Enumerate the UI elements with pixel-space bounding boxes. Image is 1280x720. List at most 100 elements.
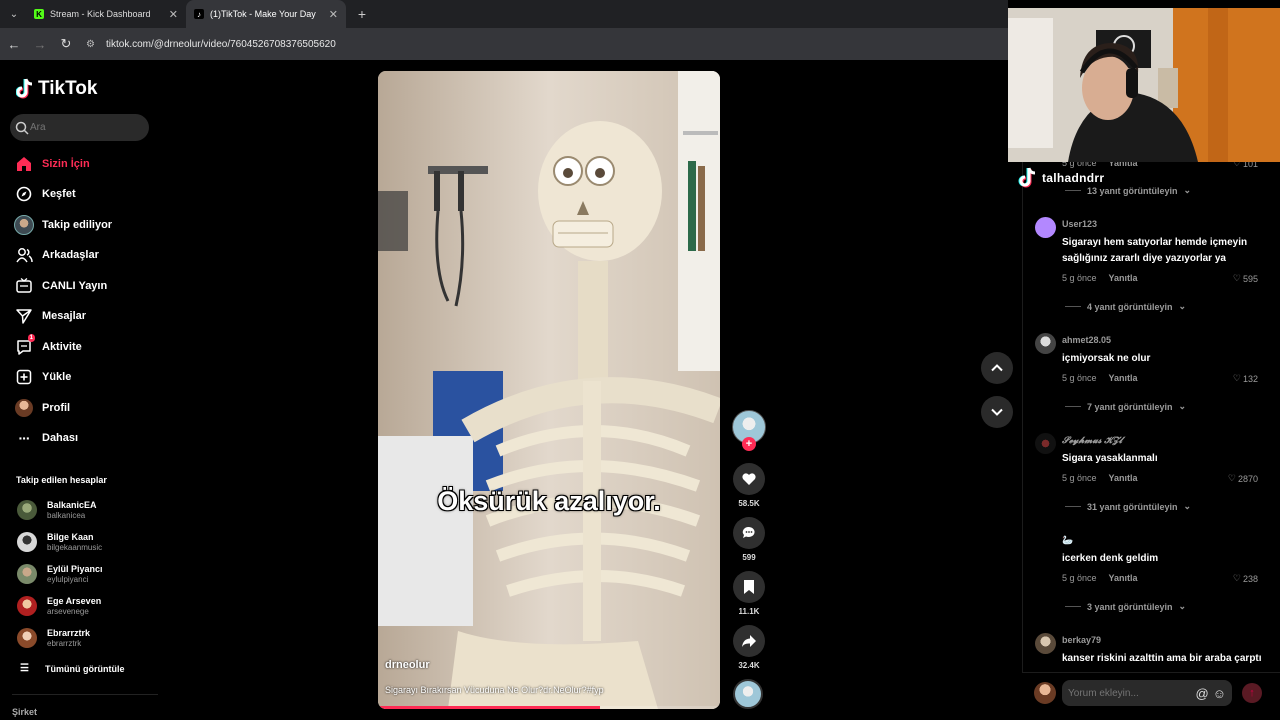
following-account-arsevenege[interactable]: Ege Arseven arsevenege: [17, 596, 101, 616]
logo-text: TikTok: [38, 78, 98, 99]
nav-friends[interactable]: Arkadaşlar: [14, 245, 99, 265]
back-arrow-icon[interactable]: ←: [2, 32, 26, 56]
nav-label: Takip ediliyor: [42, 219, 113, 231]
comment-avatar[interactable]: [1035, 633, 1056, 654]
chevron-down-icon: ⌄: [1183, 185, 1192, 195]
comment-avatar[interactable]: [1035, 533, 1056, 554]
tab-list-chevron-icon[interactable]: ⌄: [4, 4, 24, 24]
comment-action[interactable]: 599: [733, 517, 765, 562]
comment-bubble-icon[interactable]: [733, 517, 765, 549]
nav-label: Aktivite: [42, 341, 82, 353]
avatar: [17, 596, 37, 616]
comment-like[interactable]: ♡ 132: [1233, 373, 1258, 384]
account-name: Bilge Kaan: [47, 532, 94, 542]
following-account-ebrarrztrk[interactable]: Ebrarrztrk ebrarrztrk: [17, 628, 90, 648]
chevron-down-icon: ⌄: [1183, 501, 1192, 511]
mention-icon[interactable]: @: [1196, 686, 1209, 701]
following-account-bilgekaan[interactable]: Bilge Kaan bilgekaanmusic: [17, 532, 102, 552]
forward-arrow-icon[interactable]: →: [28, 32, 52, 56]
following-avatar: [14, 215, 34, 235]
nav-activity[interactable]: 1 Aktivite: [14, 334, 82, 357]
reply-button[interactable]: Yanıtla: [1109, 573, 1138, 583]
following-account-balkanicea[interactable]: BalkanicEA balkanicea: [17, 500, 97, 520]
search-input[interactable]: [30, 122, 140, 133]
view-replies-label: 4 yanıt görüntüleyin: [1087, 301, 1173, 312]
more-icon: ···: [18, 430, 31, 446]
nav-label: Dahası: [42, 432, 79, 444]
comment-avatar[interactable]: [1035, 433, 1056, 454]
comment-username[interactable]: ahmet28.05: [1062, 335, 1111, 345]
site-info-icon[interactable]: ⚙: [86, 39, 100, 50]
video-author[interactable]: drneolur: [385, 659, 430, 671]
see-all-following-link[interactable]: ☰ Tümünü görüntüle: [20, 663, 124, 674]
activity-icon: 1: [14, 334, 35, 357]
avatar: [17, 500, 37, 520]
following-account-eylulpiyanci[interactable]: Eylül Piyancı eylulpiyanci: [17, 564, 103, 584]
nav-messages[interactable]: Mesajlar: [14, 306, 86, 326]
next-video-button[interactable]: [981, 396, 1013, 428]
reload-icon[interactable]: ↻: [54, 32, 78, 56]
nav-explore[interactable]: Keşfet: [14, 184, 76, 204]
upload-icon: [14, 367, 34, 387]
chevron-down-icon: ⌄: [1178, 601, 1187, 611]
account-name: Ege Arseven: [47, 596, 102, 606]
address-bar[interactable]: ⚙ tiktok.com/@drneolur/video/76045267083…: [86, 32, 686, 56]
nav-more[interactable]: ··· Dahası: [14, 428, 79, 448]
close-tab-icon[interactable]: ✕: [169, 8, 178, 21]
account-handle: eylulpiyanci: [47, 575, 89, 584]
nav-for-you[interactable]: Sizin İçin: [14, 154, 90, 174]
search-box[interactable]: [10, 114, 149, 141]
tiktok-favicon-icon: ♪: [194, 9, 204, 19]
comments-panel: 5 g önce Yanıtla ♡ 101 13 yanıt görüntüle…: [1022, 158, 1280, 720]
new-tab-plus-icon[interactable]: +: [352, 4, 372, 24]
browser-tab-kick[interactable]: K Stream - Kick Dashboard ✕: [26, 0, 186, 28]
profile-avatar: [14, 398, 34, 418]
save-action[interactable]: 11.1K: [733, 571, 765, 616]
list-icon: ☰: [20, 663, 29, 674]
share-arrow-icon[interactable]: [733, 625, 765, 657]
share-count: 32.4K: [738, 661, 760, 670]
view-replies-button[interactable]: 31 yanıt görüntüleyin ⌄: [1065, 501, 1191, 512]
like-action[interactable]: 58.5K: [733, 463, 765, 508]
comment-input-box[interactable]: @ ☺: [1062, 680, 1232, 706]
tiktok-logo[interactable]: TikTok: [16, 78, 97, 100]
emoji-icon[interactable]: ☺: [1213, 686, 1226, 701]
nav-live[interactable]: CANLI Yayın: [14, 276, 107, 296]
music-disc-avatar[interactable]: [733, 679, 763, 709]
comment-username[interactable]: berkay79: [1062, 635, 1101, 645]
post-comment-button[interactable]: ↑: [1242, 683, 1262, 703]
comment-time: 5 g önce: [1062, 273, 1097, 283]
comment-username[interactable]: User123: [1062, 219, 1097, 229]
comment-like[interactable]: ♡ 238: [1233, 573, 1258, 584]
view-replies-button[interactable]: 3 yanıt görüntüleyin ⌄: [1065, 601, 1186, 612]
video-progress-bar[interactable]: [378, 706, 720, 709]
bookmark-icon[interactable]: [733, 571, 765, 603]
reply-button[interactable]: Yanıtla: [1109, 473, 1138, 483]
view-replies-button[interactable]: 7 yanıt görüntüleyin ⌄: [1065, 401, 1186, 412]
company-link[interactable]: Şirket: [12, 707, 37, 717]
see-all-label: Tümünü görüntüle: [44, 663, 125, 674]
share-action[interactable]: 32.4K: [733, 625, 765, 670]
reply-button[interactable]: Yanıtla: [1109, 373, 1138, 383]
nav-following[interactable]: Takip ediliyor: [14, 215, 112, 235]
view-replies-button[interactable]: 4 yanıt görüntüleyin ⌄: [1065, 301, 1186, 312]
comment-avatar[interactable]: [1035, 333, 1056, 354]
previous-video-button[interactable]: [981, 352, 1013, 384]
tiktok-logo-icon: [16, 78, 33, 99]
nav-upload[interactable]: Yükle: [14, 367, 71, 387]
close-tab-icon[interactable]: ✕: [329, 8, 338, 21]
browser-tab-tiktok[interactable]: ♪ (1)TikTok - Make Your Day ✕: [186, 0, 346, 28]
comment-input[interactable]: [1068, 687, 1192, 699]
comment-username[interactable]: 🦢: [1062, 535, 1073, 546]
video-player[interactable]: Öksürük azalıyor. drneolur Sigarayı Bıra…: [378, 71, 720, 709]
arrow-up-icon: ↑: [1249, 687, 1255, 699]
swan-emoji-icon: 🦢: [1062, 535, 1074, 545]
heart-icon[interactable]: [733, 463, 765, 495]
comment-like[interactable]: ♡ 2870: [1228, 473, 1258, 484]
nav-profile[interactable]: Profil: [14, 398, 70, 418]
follow-plus-icon[interactable]: +: [742, 437, 756, 451]
comment-avatar[interactable]: [1035, 217, 1056, 238]
reply-button[interactable]: Yanıtla: [1109, 273, 1138, 283]
comment-username[interactable]: 𝓢𝓮𝔂𝓱𝓶𝓾𝓼 𝓚𝓩𝓵: [1062, 435, 1122, 446]
comment-like[interactable]: ♡ 595: [1233, 273, 1258, 284]
